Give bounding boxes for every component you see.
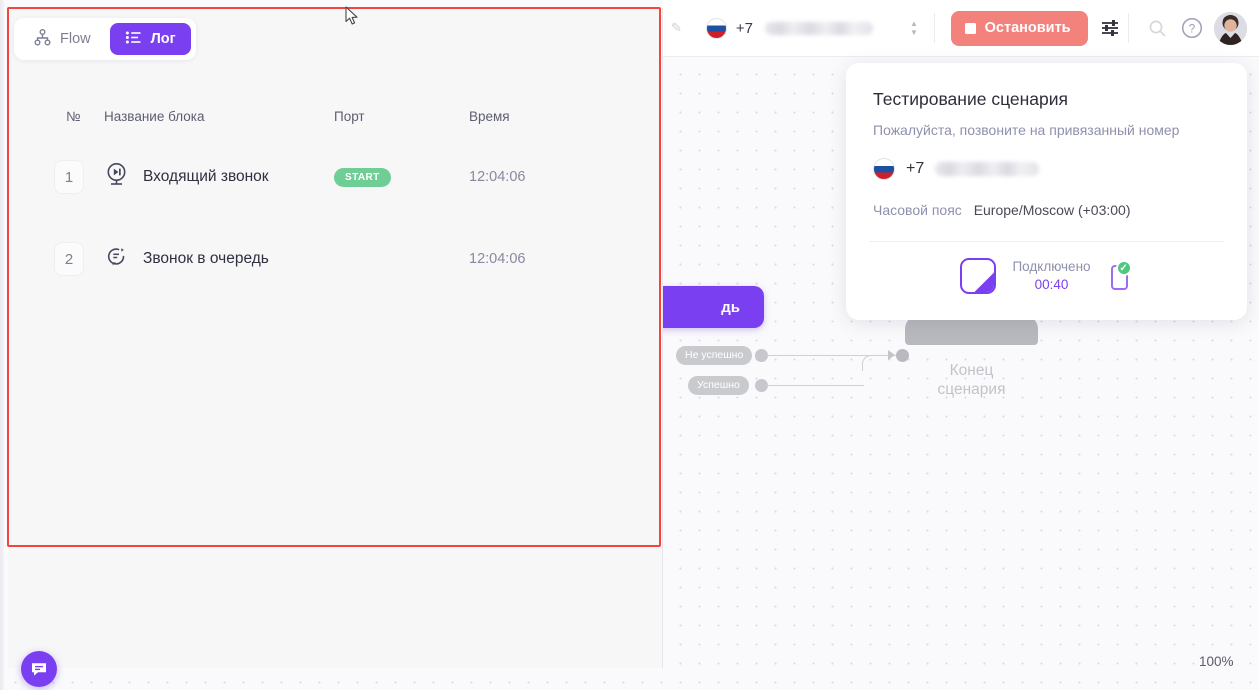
check-badge-icon: ✓ <box>1115 260 1132 276</box>
edge-success-corner <box>862 355 878 371</box>
card-subtitle: Пожалуйста, позвоните на привязанный ном… <box>873 122 1180 138</box>
flow-node-end-label-line2: сценария <box>937 381 1006 398</box>
stop-square-icon <box>964 22 976 34</box>
list-icon <box>125 29 142 50</box>
flow-node-end-label-line1: Конец <box>949 362 994 379</box>
tab-flow-label: Flow <box>60 31 91 47</box>
russia-flag-icon <box>873 158 895 180</box>
call-status-label: Подключено <box>1012 259 1091 274</box>
log-table: № Название блока Порт Время 1 Входящий з… <box>8 96 663 300</box>
log-table-header: № Название блока Порт Время <box>8 96 663 136</box>
tab-log-label: Лог <box>150 31 176 47</box>
edge-arrow-head-icon <box>888 350 895 360</box>
left-scroll-edge[interactable] <box>0 0 4 690</box>
help-circle-icon[interactable]: ? <box>1179 11 1204 45</box>
sitemap-icon <box>34 28 51 50</box>
stop-button[interactable]: Остановить <box>950 10 1088 46</box>
column-header-num: № <box>66 108 81 124</box>
card-title: Тестирование сценария <box>873 89 1069 109</box>
call-status-duration: 00:40 <box>1034 277 1069 292</box>
toolbar-divider-2 <box>1128 13 1129 43</box>
log-panel: Flow Лог № Название блока Порт Время 1 В… <box>8 8 663 687</box>
column-header-time: Время <box>469 108 510 124</box>
table-row[interactable]: 2 Звонок в очередь 12:04:06 <box>8 218 663 300</box>
phone-number-selector[interactable]: +7 ▲ ▼ <box>705 17 928 39</box>
phone-number-masked <box>765 21 874 35</box>
column-header-name: Название блока <box>104 108 205 124</box>
incoming-call-icon <box>104 162 129 192</box>
svg-text:?: ? <box>1188 22 1195 36</box>
row-number-badge: 1 <box>54 160 84 194</box>
search-icon[interactable] <box>1145 11 1170 45</box>
edge-fail-to-end <box>766 355 901 356</box>
sliders-icon[interactable] <box>1098 11 1123 45</box>
phone-prefix: +7 <box>735 19 754 37</box>
stop-button-label: Остановить <box>984 20 1071 36</box>
flow-node-end[interactable]: Конец сценария <box>905 315 1038 405</box>
status-badge: START <box>334 168 391 187</box>
user-avatar[interactable] <box>1214 11 1247 45</box>
stepper-icon[interactable]: ▲ ▼ <box>910 20 918 37</box>
call-status-row: Подключено 00:40 ✓ <box>873 258 1220 294</box>
zoom-level-indicator: 100% <box>1199 654 1234 669</box>
timezone-value: Europe/Moscow (+03:00) <box>973 202 1131 218</box>
port-label-fail[interactable]: Не успешно <box>676 346 753 365</box>
card-phone-row: +7 <box>873 158 1220 180</box>
timezone-row: Часовой пояс Europe/Moscow (+03:00) <box>873 202 1220 218</box>
tab-log[interactable]: Лог <box>109 23 191 55</box>
row-time: 12:04:06 <box>469 169 526 185</box>
test-scenario-card: Тестирование сценария Пожалуйста, позвон… <box>846 63 1247 320</box>
flow-node-queue-label: дь <box>721 298 740 316</box>
row-time: 12:04:06 <box>469 251 526 267</box>
timezone-label: Часовой пояс <box>873 202 962 218</box>
edge-success-horizontal <box>766 385 864 386</box>
pencil-icon[interactable]: ✎ <box>671 20 682 36</box>
tab-flow[interactable]: Flow <box>19 23 106 55</box>
top-toolbar: ✎ +7 ▲ ▼ Остановить ? <box>663 0 1259 57</box>
toolbar-divider-1 <box>933 13 935 43</box>
port-label-success[interactable]: Успешно <box>688 376 749 395</box>
row-block-name: Входящий звонок <box>143 168 269 185</box>
russia-flag-icon <box>705 17 727 39</box>
chat-fab-button[interactable] <box>21 651 57 687</box>
app-root: дь Не успешно Успешно Конец сценария 100… <box>0 0 1259 690</box>
column-header-port: Порт <box>334 108 365 124</box>
card-phone-prefix: +7 <box>906 160 925 177</box>
table-row[interactable]: 1 Входящий звонок START 12:04:06 <box>8 136 663 218</box>
panel-tabs: Flow Лог <box>14 18 196 60</box>
card-phone-masked <box>935 162 1040 176</box>
call-active-icon <box>960 258 997 294</box>
mouse-cursor <box>345 6 359 31</box>
row-number-badge: 2 <box>54 242 84 276</box>
card-divider <box>869 241 1224 242</box>
queue-call-icon <box>104 244 129 274</box>
chat-bubble-icon <box>32 663 46 676</box>
row-block-name: Звонок в очередь <box>143 250 269 267</box>
phone-connected-icon: ✓ <box>1107 260 1133 291</box>
